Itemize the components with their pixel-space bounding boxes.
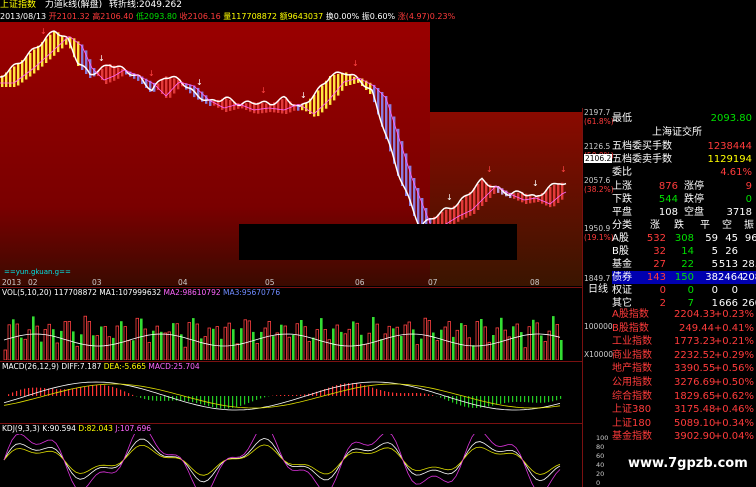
macd-label: MACD(26,12,9) DIFF:7.187 DEA:-5.665 MACD… [2,362,200,371]
index-name[interactable]: 上证指数 [0,0,36,10]
indicator-name[interactable]: 力道k线(解盘) [45,0,102,10]
panel-divider [0,287,582,288]
svg-text:↓: ↓ [260,86,267,95]
change-value: 涨(4.97)0.23% [397,12,456,21]
chart-header: 上证指数 力道k线(解盘) 转折线:2049.262 [0,0,600,11]
open-value: 开2101.32 [48,12,90,21]
month-tick: 08 [530,278,540,287]
site-watermark: www.7gpzb.com [628,456,748,471]
month-tick: 02 [28,278,38,287]
ohlc-bar: 2013/08/13 开2101.32 高2106.40 低2093.80 收2… [0,11,600,22]
index-row[interactable]: 上证380 3175.48 +0.46% [612,403,756,416]
close-value: 收2106.16 [179,12,221,21]
low-row: 最低 2093.80 [612,113,752,124]
decline-row: 下跌 544 跌停 0 [612,194,752,205]
class-row: 债券1431503824642083 [612,271,756,284]
volume-bars [3,315,563,360]
redacted-box [239,224,517,260]
class-row: 基金2722551328.1 [612,259,756,270]
svg-text:↓: ↓ [446,193,453,202]
month-tick: 03 [92,278,102,287]
month-tick: 07 [428,278,438,287]
svg-text:↓: ↓ [532,179,539,188]
bid-volume-row: 五档委买手数 1238444 [612,141,752,152]
vol-label: VOL(5,10,20) 117708872 MA1:107999632 MA2… [2,288,281,297]
index-row[interactable]: 工业指数 1773.23 +0.21% [612,335,756,348]
panel-divider [0,361,582,362]
high-value: 高2106.40 [92,12,134,21]
bar-date: 2013/08/13 [0,12,47,21]
class-header-row: 分类 涨 跌 平 空 振 [612,220,754,231]
price-chart[interactable]: ↓ ↓ ↓ ↓ ↓ ↓ ↓ ↓ ↓ ↓ ↓ [0,22,582,286]
amount-value: 额9643037 [279,12,324,21]
low-value: 低2093.80 [135,12,178,21]
order-ratio-row: 委比 4.61% [612,167,752,178]
index-row[interactable]: 公用指数 3276.69 +0.50% [612,376,756,389]
amplitude-value: 振0.60% [361,12,396,21]
svg-text:↓: ↓ [40,27,47,36]
index-row[interactable]: 综合指数 1829.65 +0.62% [612,390,756,403]
index-row[interactable]: 商业指数 2232.52 +0.29% [612,349,756,362]
macd-chart[interactable] [0,372,582,420]
d-line [3,444,561,476]
panel-divider [0,423,582,424]
svg-text:↓: ↓ [300,91,307,100]
ask-volume-row: 五档委卖手数 1129194 [612,154,752,165]
exchange-title: 上海证交所 [612,126,756,139]
advance-row: 上涨 876 涨停 9 [612,181,752,192]
index-row[interactable]: B股指数 249.44 +0.41% [612,322,756,335]
month-tick: 05 [265,278,275,287]
svg-text:↓: ↓ [352,59,359,68]
month-tick: 2013 [2,278,22,287]
small-watermark: ==yun.gkuan.g== [4,268,71,276]
kdj-chart[interactable] [0,434,582,487]
kdj-label: KDJ(9,3,3) K:90.594 D:82.043 J:107.696 [2,424,152,433]
volume-value: 量117708872 [223,12,278,21]
svg-text:↓: ↓ [196,78,203,87]
class-row: 权证00000 [612,285,738,296]
flat-row: 平盘 108 空盘 3718 [612,207,752,218]
svg-text:↓: ↓ [560,165,567,174]
svg-text:↓: ↓ [486,165,493,174]
volume-chart[interactable] [0,298,582,360]
index-row[interactable]: A股指数 2204.33 +0.23% [612,308,756,321]
class-row: A股5323085945962 [612,233,756,244]
svg-text:↓: ↓ [98,54,105,63]
month-tick: 04 [178,278,188,287]
index-row[interactable]: 地产指数 3390.55 +0.56% [612,362,756,375]
k-line [3,437,561,483]
month-tick: 06 [355,278,365,287]
class-row: B股32145261 [612,246,738,257]
quote-panel: 最低 2093.80 上海证交所 五档委买手数 1238444 五档委卖手数 1… [582,108,756,487]
svg-text:↓: ↓ [148,69,155,78]
stock-terminal: { "header": { "title": "上证指数", "sub": "力… [0,0,756,487]
index-row[interactable]: 基金指数 3902.90 +0.04% [612,430,756,443]
index-row[interactable]: 上证180 5089.10 +0.34% [612,417,756,430]
turnover-value: 换0.00% [325,12,360,21]
turn-line-value: 转折线:2049.262 [109,0,182,10]
daily-tab[interactable]: 日线 [588,284,608,296]
